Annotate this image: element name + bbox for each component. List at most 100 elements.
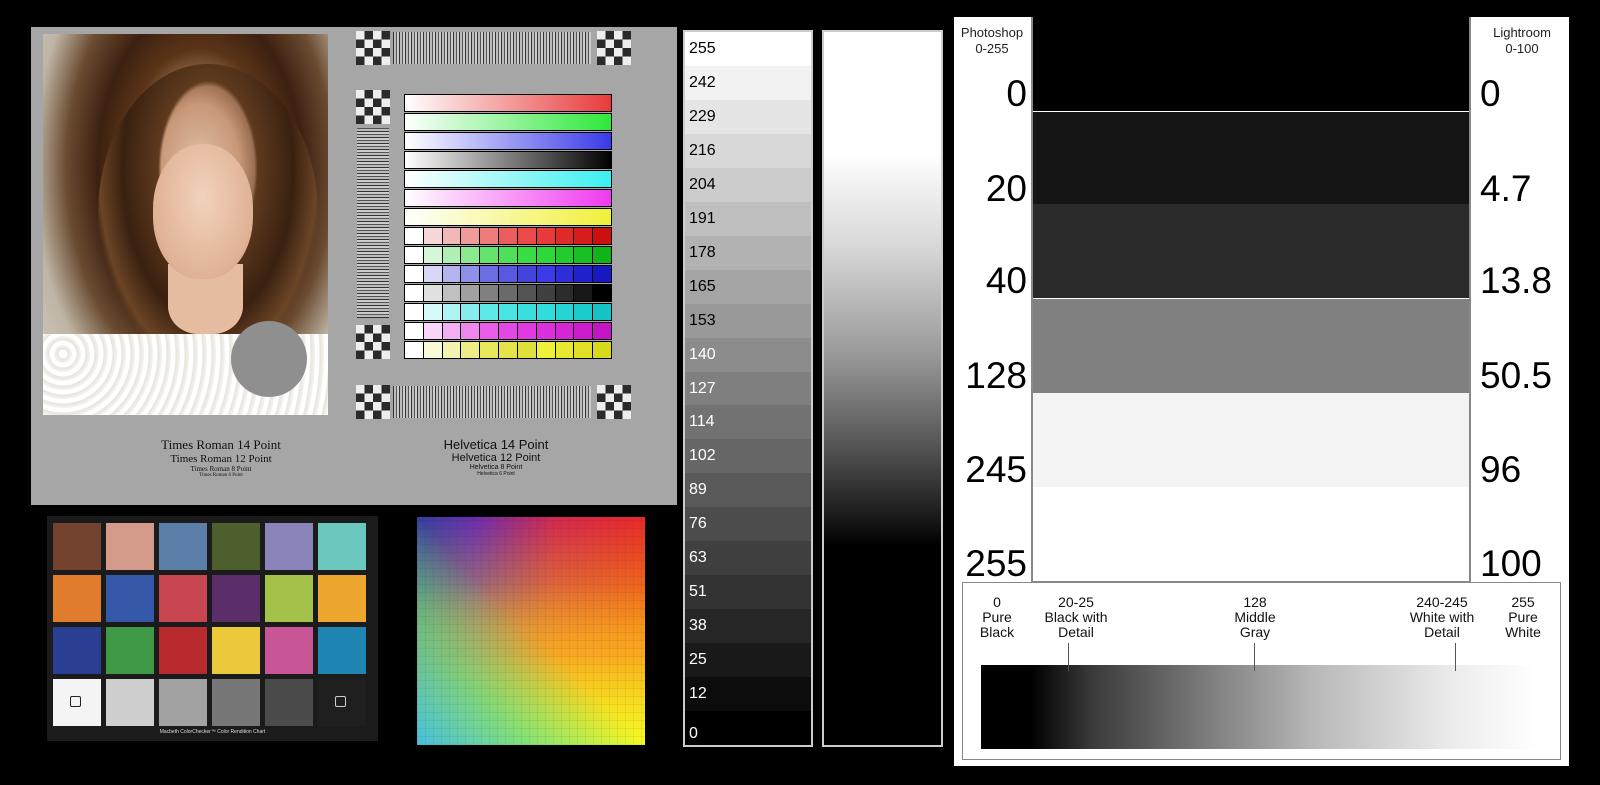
font-sample: Helvetica 12 Point <box>451 452 541 464</box>
checker-swatch <box>212 679 260 726</box>
color-patch <box>555 228 575 244</box>
gray-step: 76 <box>685 507 811 542</box>
step-value-label: 191 <box>689 209 716 227</box>
color-patch <box>405 304 424 320</box>
color-gamut-square <box>417 517 645 745</box>
color-patch <box>593 266 611 282</box>
color-patch <box>423 266 443 282</box>
step-value-label: 255 <box>689 40 716 57</box>
checker-swatch <box>265 679 313 726</box>
color-patch <box>593 247 611 263</box>
color-patch <box>555 304 575 320</box>
color-patch <box>555 247 575 263</box>
color-patch <box>536 304 556 320</box>
color-patch <box>461 285 481 301</box>
color-patch <box>442 304 462 320</box>
font-sample: Helvetica 6 Point <box>477 471 515 477</box>
color-ramp <box>404 189 612 207</box>
zone-label: 240-245 White with Detail <box>1409 594 1475 640</box>
registration-checker <box>356 90 390 124</box>
color-patch <box>555 342 575 358</box>
checker-swatch <box>106 575 154 622</box>
color-patch <box>517 323 537 339</box>
color-ramp <box>404 151 612 169</box>
font-sample: Times Roman 8 Point <box>190 465 252 473</box>
color-patch <box>536 247 556 263</box>
color-patch <box>461 266 481 282</box>
tone-band <box>1033 487 1469 581</box>
patch-row <box>404 341 612 359</box>
tone-band <box>1033 299 1469 393</box>
resolution-bars-side <box>357 128 389 318</box>
tone-band <box>1033 17 1469 111</box>
lightroom-value: 50.5 <box>1480 355 1553 396</box>
gray-step: 242 <box>685 65 811 100</box>
color-patch <box>593 285 611 301</box>
color-patch <box>574 228 594 244</box>
checker-swatch <box>212 523 260 570</box>
gray-step: 0 <box>685 711 811 745</box>
color-patch <box>517 228 537 244</box>
color-patch <box>593 304 611 320</box>
color-patch <box>423 304 443 320</box>
gray-step: 229 <box>685 99 811 134</box>
color-ramps <box>404 94 612 227</box>
color-patch <box>574 304 594 320</box>
color-patch <box>442 285 462 301</box>
checker-swatch <box>53 523 101 570</box>
color-patch <box>517 342 537 358</box>
gray-step: 216 <box>685 133 811 168</box>
color-patch <box>461 228 481 244</box>
zone-label: 20-25 Black with Detail <box>1044 594 1108 640</box>
smooth-gray-ramp <box>822 30 943 747</box>
color-patch <box>499 228 518 244</box>
sans-font-samples: Helvetica 14 Point Helvetica 12 Point He… <box>381 437 611 477</box>
step-value-label: 178 <box>689 243 716 261</box>
gray-step: 178 <box>685 235 811 270</box>
photoshop-header: Photoshop 0-255 <box>960 25 1024 56</box>
checker-swatch <box>159 523 207 570</box>
lightroom-value: 0 <box>1480 73 1501 114</box>
gray-reference-circle <box>231 321 307 397</box>
checker-swatch <box>159 575 207 622</box>
checker-swatch <box>53 679 101 726</box>
color-patch <box>517 304 537 320</box>
patch-row <box>404 284 612 302</box>
color-patch <box>405 266 424 282</box>
tone-band <box>1033 393 1469 487</box>
color-patch <box>480 247 500 263</box>
patch-row <box>404 303 612 321</box>
color-patch <box>442 266 462 282</box>
color-patch <box>405 228 424 244</box>
color-ramp <box>404 94 612 112</box>
gray-step: 204 <box>685 167 811 202</box>
color-patch <box>574 266 594 282</box>
checker-swatch <box>318 523 366 570</box>
registration-checker <box>356 385 390 419</box>
color-patch <box>536 323 556 339</box>
color-patch <box>442 247 462 263</box>
lightroom-value: 100 <box>1480 543 1542 584</box>
step-value-label: 229 <box>689 107 716 125</box>
step-value-label: 12 <box>689 685 707 703</box>
zone-label: 0 Pure Black <box>979 594 1015 640</box>
color-ramp <box>404 170 612 188</box>
color-patch <box>405 285 424 301</box>
checker-swatch <box>318 627 366 674</box>
color-patch <box>555 285 575 301</box>
checker-swatch <box>265 523 313 570</box>
zone-tick <box>1068 643 1069 671</box>
patch-row <box>404 227 612 245</box>
registration-checker <box>356 31 390 65</box>
color-patch <box>480 285 500 301</box>
step-value-label: 25 <box>689 651 707 669</box>
registration-checker <box>597 385 631 419</box>
color-patch <box>593 342 611 358</box>
tone-bands <box>1031 17 1471 582</box>
gray-step: 89 <box>685 473 811 508</box>
step-value-label: 153 <box>689 311 716 329</box>
step-value-label: 165 <box>689 277 716 295</box>
step-value-label: 63 <box>689 549 707 567</box>
patch-row <box>404 246 612 264</box>
color-checker-chart: Macbeth ColorChecker™ Color Rendition Ch… <box>47 516 378 741</box>
